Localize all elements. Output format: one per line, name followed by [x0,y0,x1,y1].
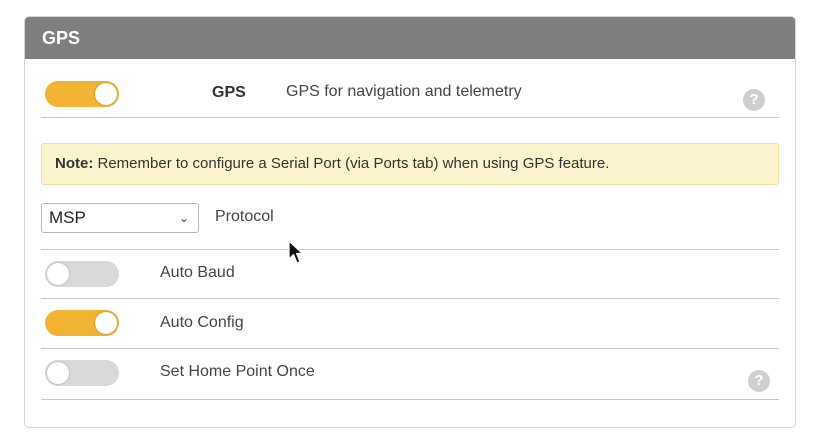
note-prefix: Note: [55,155,94,172]
set-home-point-row: Set Home Point Once ? [41,348,779,400]
toggle-knob [95,83,117,105]
toggle-knob [47,263,69,285]
auto-config-label: Auto Config [160,314,244,331]
auto-baud-toggle[interactable] [45,261,119,287]
protocol-select[interactable]: MSP ⌄ [41,203,199,233]
gps-feature-toggle[interactable] [45,81,119,107]
set-home-point-toggle[interactable] [45,360,119,386]
note-text: Remember to configure a Serial Port (via… [93,155,610,172]
auto-config-toggle[interactable] [45,310,119,336]
set-home-point-label: Set Home Point Once [160,363,315,380]
auto-baud-label: Auto Baud [160,264,235,281]
auto-config-row: Auto Config [41,298,779,349]
feature-description: GPS for navigation and telemetry [286,83,522,100]
panel-title: GPS [25,17,795,59]
mouse-cursor-icon [288,240,304,264]
gps-panel: GPS GPS GPS for navigation and telemetry… [24,16,796,428]
protocol-selected-value: MSP [49,208,86,227]
auto-baud-row: Auto Baud [41,249,779,299]
gps-feature-row: GPS GPS for navigation and telemetry ? [41,59,779,118]
chevron-down-icon: ⌄ [178,211,189,225]
toggle-knob [95,312,117,334]
feature-name: GPS [212,84,246,101]
help-icon[interactable]: ? [748,370,770,392]
protocol-label: Protocol [215,208,274,225]
serial-port-note: Note: Remember to configure a Serial Por… [41,143,779,185]
help-icon[interactable]: ? [743,89,765,111]
toggle-knob [47,362,69,384]
